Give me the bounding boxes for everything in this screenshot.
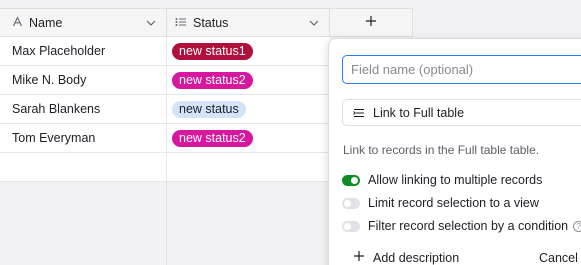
- chevron-down-icon[interactable]: [144, 16, 158, 30]
- field-description-text: Link to records in the Full table table.: [343, 143, 540, 157]
- link-table-selector[interactable]: Link to Full table: [342, 99, 581, 126]
- status-badge: new status1: [172, 42, 253, 60]
- status-column-label: Status: [193, 15, 229, 30]
- plus-icon: [365, 15, 377, 30]
- option-label: Allow linking to multiple records: [368, 173, 543, 187]
- option-label: Filter record selection by a condition: [368, 219, 569, 233]
- column-divider: [166, 182, 167, 265]
- single-select-icon: [175, 16, 187, 30]
- field-name-input[interactable]: [342, 55, 581, 84]
- name-text: Sarah Blankens: [12, 102, 101, 116]
- status-cell[interactable]: new status2: [167, 124, 330, 152]
- add-description-button[interactable]: Add description: [353, 250, 459, 265]
- header-filler: [413, 8, 581, 37]
- option-allow-multiple[interactable]: Allow linking to multiple records: [342, 173, 542, 187]
- toggle-switch[interactable]: [342, 197, 360, 209]
- table-row[interactable]: Max Placeholder new status1: [0, 37, 330, 66]
- link-records-icon: [353, 108, 365, 118]
- name-text: Mike N. Body: [12, 73, 87, 87]
- add-description-label: Add description: [373, 250, 460, 265]
- chevron-down-icon[interactable]: [307, 16, 321, 30]
- option-filter-condition[interactable]: Filter record selection by a condition ?: [342, 219, 581, 233]
- empty-cell: [0, 153, 167, 181]
- cancel-button[interactable]: Cancel: [539, 251, 578, 265]
- text-field-icon: [12, 15, 23, 30]
- status-badge: new status: [172, 100, 246, 118]
- status-cell[interactable]: new status1: [167, 37, 330, 65]
- add-record-row[interactable]: [0, 153, 330, 182]
- name-text: Max Placeholder: [12, 44, 106, 58]
- name-text: Tom Everyman: [12, 131, 96, 145]
- name-column-header[interactable]: Name: [0, 8, 167, 37]
- name-cell[interactable]: Sarah Blankens: [0, 95, 167, 123]
- toggle-switch[interactable]: [342, 220, 360, 232]
- status-column-header[interactable]: Status: [167, 8, 330, 37]
- help-icon[interactable]: ?: [573, 220, 581, 232]
- field-config-panel: Link to Full table Link to records in th…: [328, 38, 581, 265]
- name-cell[interactable]: Tom Everyman: [0, 124, 167, 152]
- status-badge: new status2: [172, 129, 253, 147]
- status-badge: new status2: [172, 71, 253, 89]
- name-column-label: Name: [29, 15, 63, 30]
- option-limit-view[interactable]: Limit record selection to a view: [342, 196, 539, 210]
- add-field-button[interactable]: [330, 8, 413, 37]
- name-cell[interactable]: Max Placeholder: [0, 37, 167, 65]
- name-cell[interactable]: Mike N. Body: [0, 66, 167, 94]
- table-row[interactable]: Tom Everyman new status2: [0, 124, 330, 153]
- link-table-label: Link to Full table: [373, 105, 465, 120]
- status-cell[interactable]: new status: [167, 95, 330, 123]
- status-cell[interactable]: new status2: [167, 66, 330, 94]
- toggle-switch[interactable]: [342, 174, 360, 186]
- plus-icon: [353, 250, 365, 265]
- option-label: Limit record selection to a view: [368, 196, 539, 210]
- table-row[interactable]: Sarah Blankens new status: [0, 95, 330, 124]
- table-row[interactable]: Mike N. Body new status2: [0, 66, 330, 95]
